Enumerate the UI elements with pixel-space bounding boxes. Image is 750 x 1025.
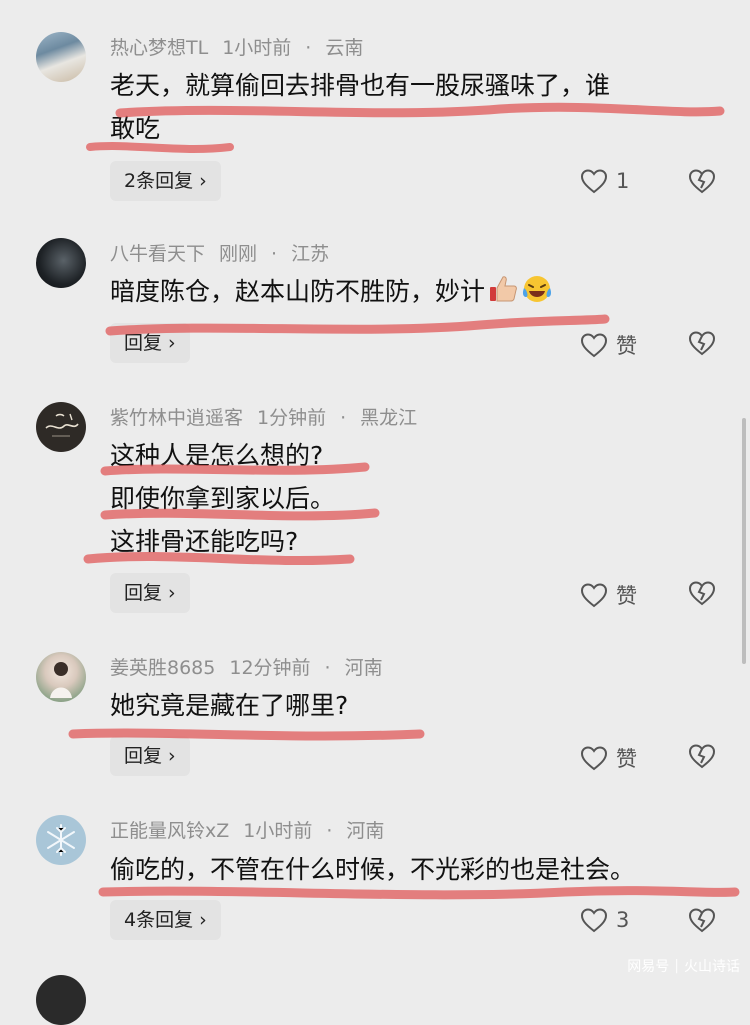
chevron-right-icon: › bbox=[199, 909, 207, 931]
comment-meta: 姜英胜8685 12分钟前 · 河南 bbox=[110, 657, 383, 679]
comment-line: 即使你拿到家以后。 bbox=[110, 484, 336, 513]
comment-line: 这种人是怎么想的? bbox=[110, 441, 324, 470]
thumbs-up-emoji-icon bbox=[490, 276, 517, 302]
heart-icon bbox=[580, 746, 608, 771]
timestamp: 12分钟前 bbox=[229, 657, 311, 679]
comment-line: 暗度陈仓，赵本山防不胜防，妙计 bbox=[110, 277, 486, 306]
username[interactable]: 热心梦想TL bbox=[110, 37, 208, 59]
broken-heart-icon bbox=[688, 331, 716, 356]
dislike-button[interactable] bbox=[688, 330, 716, 360]
like-count: 赞 bbox=[616, 747, 637, 771]
comment-meta: 正能量风铃xZ 1小时前 · 河南 bbox=[110, 820, 385, 842]
avatar[interactable] bbox=[36, 975, 86, 1025]
avatar[interactable] bbox=[36, 32, 86, 82]
avatar[interactable] bbox=[36, 652, 86, 702]
timestamp: 1分钟前 bbox=[257, 407, 327, 429]
snowflake-icon bbox=[47, 824, 75, 856]
comment-text: 暗度陈仓，赵本山防不胜防，妙计 bbox=[110, 270, 720, 313]
comment-meta: 八牛看天下 刚刚 · 江苏 bbox=[110, 243, 330, 265]
chevron-right-icon: › bbox=[168, 582, 176, 604]
watermark: 网易号 | 火山诗话 bbox=[627, 958, 740, 975]
reply-button[interactable]: 回复 › bbox=[110, 736, 190, 776]
comment-text: 这种人是怎么想的? 即使你拿到家以后。 这排骨还能吃吗? bbox=[110, 434, 720, 563]
like-count: 1 bbox=[616, 169, 630, 193]
username[interactable]: 正能量风铃xZ bbox=[110, 820, 229, 842]
like-button[interactable]: 赞 bbox=[580, 580, 637, 610]
scrollbar[interactable] bbox=[742, 418, 746, 664]
comment-line: 老天，就算偷回去排骨也有一股尿骚味了，谁 bbox=[110, 71, 611, 100]
like-button[interactable]: 赞 bbox=[580, 743, 637, 773]
heart-icon bbox=[580, 583, 608, 608]
broken-heart-icon bbox=[688, 908, 716, 933]
like-button[interactable]: 3 bbox=[580, 907, 629, 933]
timestamp: 刚刚 bbox=[219, 243, 258, 265]
calligraphy-avatar-icon bbox=[45, 413, 79, 437]
username[interactable]: 姜英胜8685 bbox=[110, 657, 215, 679]
heart-icon bbox=[580, 333, 608, 358]
comment-meta: 热心梦想TL 1小时前 · 云南 bbox=[110, 37, 364, 59]
username[interactable]: 紫竹林中逍遥客 bbox=[110, 407, 243, 429]
chevron-right-icon: › bbox=[168, 332, 176, 354]
like-count: 赞 bbox=[616, 334, 637, 358]
comment-line: 敢吃 bbox=[110, 114, 161, 143]
comment-line: 这排骨还能吃吗? bbox=[110, 527, 299, 556]
reply-button[interactable]: 回复 › bbox=[110, 323, 190, 363]
heart-icon bbox=[580, 169, 608, 194]
laughing-crying-emoji-icon bbox=[522, 276, 552, 302]
broken-heart-icon bbox=[688, 744, 716, 769]
chevron-right-icon: › bbox=[199, 170, 207, 192]
person-avatar-icon bbox=[50, 662, 72, 698]
timestamp: 1小时前 bbox=[222, 37, 292, 59]
broken-heart-icon bbox=[688, 169, 716, 194]
chevron-right-icon: › bbox=[168, 745, 176, 767]
reply-button[interactable]: 2条回复 › bbox=[110, 161, 221, 201]
location: 黑龙江 bbox=[360, 407, 418, 429]
avatar[interactable] bbox=[36, 815, 86, 865]
like-count: 3 bbox=[616, 908, 630, 932]
broken-heart-icon bbox=[688, 581, 716, 606]
like-button[interactable]: 1 bbox=[580, 168, 629, 194]
comment-text: 老天，就算偷回去排骨也有一股尿骚味了，谁 敢吃 bbox=[110, 64, 720, 150]
timestamp: 1小时前 bbox=[243, 820, 313, 842]
reply-button[interactable]: 回复 › bbox=[110, 573, 190, 613]
username[interactable]: 八牛看天下 bbox=[110, 243, 205, 265]
watermark-author: 火山诗话 bbox=[684, 959, 740, 975]
heart-icon bbox=[580, 908, 608, 933]
location: 云南 bbox=[325, 37, 364, 59]
avatar[interactable] bbox=[36, 238, 86, 288]
location: 河南 bbox=[344, 657, 383, 679]
comment-meta: 紫竹林中逍遥客 1分钟前 · 黑龙江 bbox=[110, 407, 418, 429]
watermark-source: 网易号 bbox=[627, 959, 670, 975]
reply-button[interactable]: 4条回复 › bbox=[110, 900, 221, 940]
comment-line: 偷吃的，不管在什么时候，不光彩的也是社会。 bbox=[110, 855, 636, 884]
dislike-button[interactable] bbox=[688, 907, 716, 937]
dislike-button[interactable] bbox=[688, 743, 716, 773]
like-count: 赞 bbox=[616, 584, 637, 608]
location: 河南 bbox=[346, 820, 385, 842]
dislike-button[interactable] bbox=[688, 580, 716, 610]
like-button[interactable]: 赞 bbox=[580, 330, 637, 360]
avatar[interactable] bbox=[36, 402, 86, 452]
dislike-button[interactable] bbox=[688, 168, 716, 198]
comment-text: 她究竟是藏在了哪里? bbox=[110, 684, 720, 727]
comment-text: 偷吃的，不管在什么时候，不光彩的也是社会。 bbox=[110, 848, 720, 891]
location: 江苏 bbox=[291, 243, 330, 265]
comment-line: 她究竟是藏在了哪里? bbox=[110, 691, 349, 720]
